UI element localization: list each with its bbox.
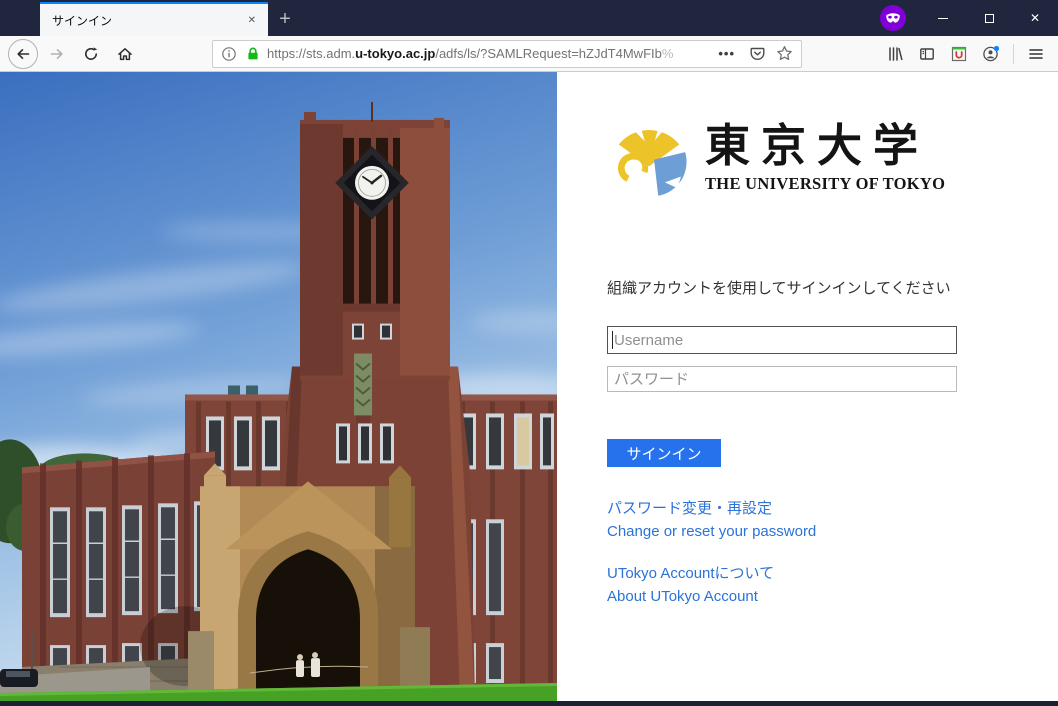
maximize-icon (985, 14, 994, 23)
maximize-button[interactable] (966, 0, 1012, 36)
reload-icon (83, 46, 99, 62)
signin-button[interactable]: サインイン (607, 439, 721, 467)
about-account-link-jp[interactable]: UTokyo Accountについて (607, 562, 957, 585)
page-content: 東京大学 THE UNIVERSITY OF TOKYO 組織アカウントを使用し… (0, 72, 1058, 701)
navigation-toolbar: https://sts.adm.u-tokyo.ac.jp/adfs/ls/?S… (0, 36, 1058, 72)
menu-icon (1028, 46, 1044, 62)
bookmark-star-icon (776, 45, 793, 62)
title-bar: サインイン ✕ + ✕ (0, 0, 1058, 36)
minimize-icon (938, 18, 948, 19)
minimize-button[interactable] (920, 0, 966, 36)
menu-button[interactable] (1022, 40, 1050, 68)
forward-button[interactable] (42, 39, 72, 69)
library-icon (887, 46, 903, 62)
username-input[interactable] (607, 326, 957, 354)
sidebar-button[interactable] (913, 40, 941, 68)
back-icon (15, 46, 31, 62)
password-input[interactable] (607, 366, 957, 392)
bookmark-button[interactable] (776, 45, 793, 62)
titlebar-spacer (302, 0, 880, 36)
browser-window: サインイン ✕ + ✕ (0, 0, 1058, 706)
forward-icon (49, 46, 65, 62)
utokyo-logo: 東京大学 THE UNIVERSITY OF TOKYO (607, 115, 1058, 201)
tab-title: サインイン (52, 12, 244, 29)
page-actions-icon[interactable]: ••• (718, 46, 735, 61)
help-links: パスワード変更・再設定 Change or reset your passwor… (607, 497, 957, 608)
url-text: https://sts.adm.u-tokyo.ac.jp/adfs/ls/?S… (267, 46, 712, 61)
toolbar-divider (1013, 44, 1014, 64)
home-icon (117, 46, 133, 62)
address-bar[interactable]: https://sts.adm.u-tokyo.ac.jp/adfs/ls/?S… (212, 40, 802, 68)
window-bottom-border (0, 701, 1058, 706)
pocket-icon (749, 45, 766, 62)
info-icon[interactable] (221, 46, 237, 62)
extension-button[interactable] (945, 40, 973, 68)
private-mask-icon (880, 5, 906, 31)
ginkgo-logo-icon (607, 115, 691, 201)
password-reset-link-jp[interactable]: パスワード変更・再設定 (607, 497, 957, 520)
tab-close-icon[interactable]: ✕ (244, 13, 260, 28)
lock-icon[interactable] (245, 46, 261, 62)
pocket-button[interactable] (749, 45, 766, 62)
logo-en-text: THE UNIVERSITY OF TOKYO (705, 174, 945, 194)
password-reset-link-en[interactable]: Change or reset your password (607, 520, 957, 543)
signin-form: サインイン パスワード変更・再設定 Change or reset your p… (607, 326, 957, 608)
signin-instruction: 組織アカウントを使用してサインインしてください (607, 278, 1058, 299)
login-panel: 東京大学 THE UNIVERSITY OF TOKYO 組織アカウントを使用し… (557, 72, 1058, 701)
account-button[interactable] (977, 40, 1005, 68)
text-caret (612, 331, 613, 349)
sidebar-icon (919, 46, 935, 62)
new-tab-button[interactable]: + (268, 2, 302, 36)
close-icon: ✕ (1030, 12, 1040, 24)
about-account-link-en[interactable]: About UTokyo Account (607, 585, 957, 608)
browser-tab[interactable]: サインイン ✕ (40, 2, 268, 36)
extension-icon (951, 46, 967, 62)
back-button[interactable] (8, 39, 38, 69)
close-button[interactable]: ✕ (1012, 0, 1058, 36)
logo-jp-text: 東京大学 (705, 121, 945, 171)
campus-photo (0, 72, 557, 701)
account-icon (982, 45, 1000, 63)
reload-button[interactable] (76, 39, 106, 69)
home-button[interactable] (110, 39, 140, 69)
library-button[interactable] (881, 40, 909, 68)
